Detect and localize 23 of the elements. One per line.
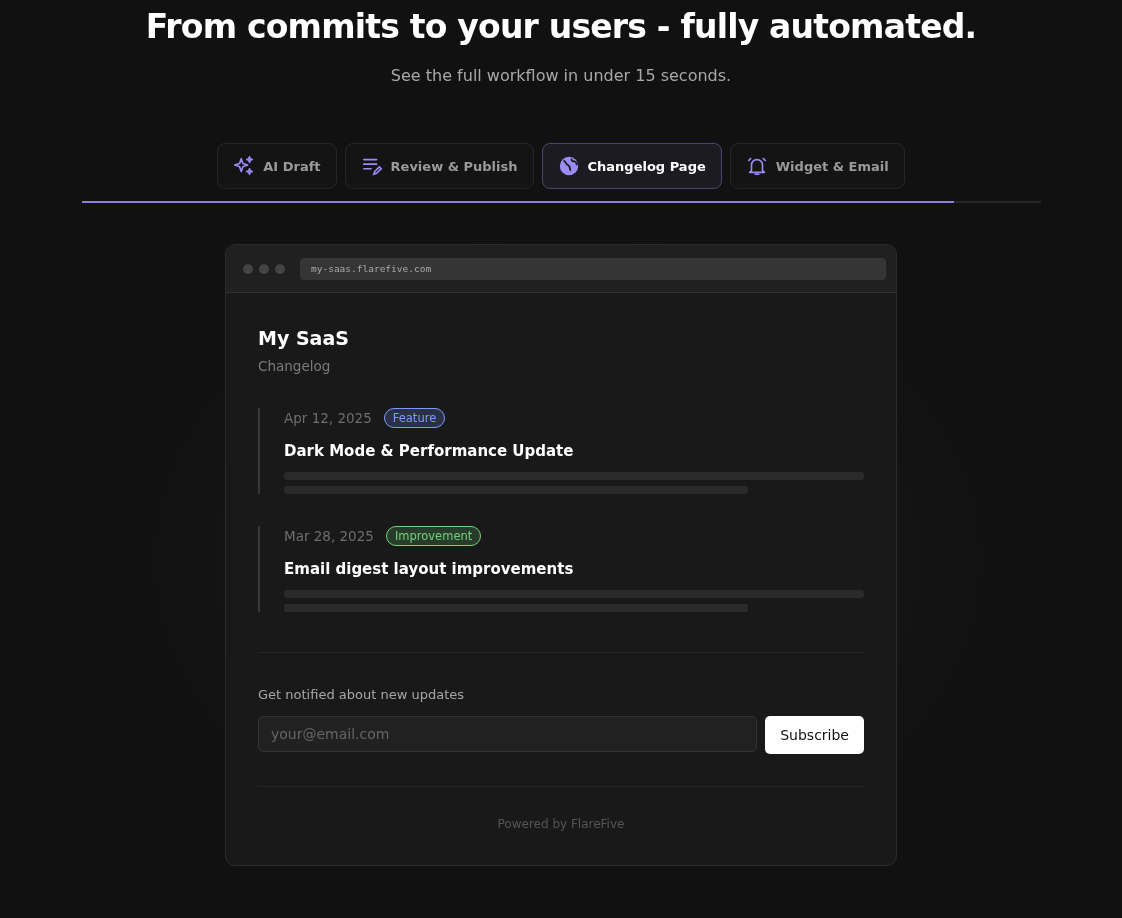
tab[interactable]: AI Draft — [217, 143, 337, 189]
hero-subtitle: See the full workflow in under 15 seconds. — [390, 66, 732, 85]
tab[interactable]: Widget & Email — [729, 143, 905, 189]
hero-title: From commits to your users - fully automated. — [145, 6, 977, 48]
entry-date: Apr 12, 2025 — [284, 410, 372, 426]
notify-label: Get notified about new updates — [258, 687, 465, 702]
window-dots-icon — [242, 262, 286, 275]
entry-date: Mar 28, 2025 — [284, 528, 374, 544]
globe-icon — [557, 155, 580, 177]
url-field[interactable]: my-saas.flarefive.com — [300, 257, 886, 280]
site-title: My SaaS — [258, 327, 350, 349]
email-field[interactable]: your@email.com — [258, 716, 758, 752]
bell-icon — [745, 155, 768, 177]
tab[interactable]: Review & Publish — [344, 143, 534, 189]
site-subtitle: Changelog — [258, 358, 332, 374]
powered-by-text: Powered by FlareFive — [496, 817, 626, 831]
subscribe-button[interactable]: Subscribe — [765, 716, 864, 754]
entry-tag: Improvement — [385, 526, 482, 546]
entry-title: Dark Mode & Performance Update — [284, 442, 575, 460]
tab[interactable]: Changelog Page — [541, 143, 722, 189]
entry-tag: Feature — [383, 408, 446, 428]
entry-title: Email digest layout improvements — [284, 560, 575, 578]
sparkle-icon — [233, 155, 256, 177]
